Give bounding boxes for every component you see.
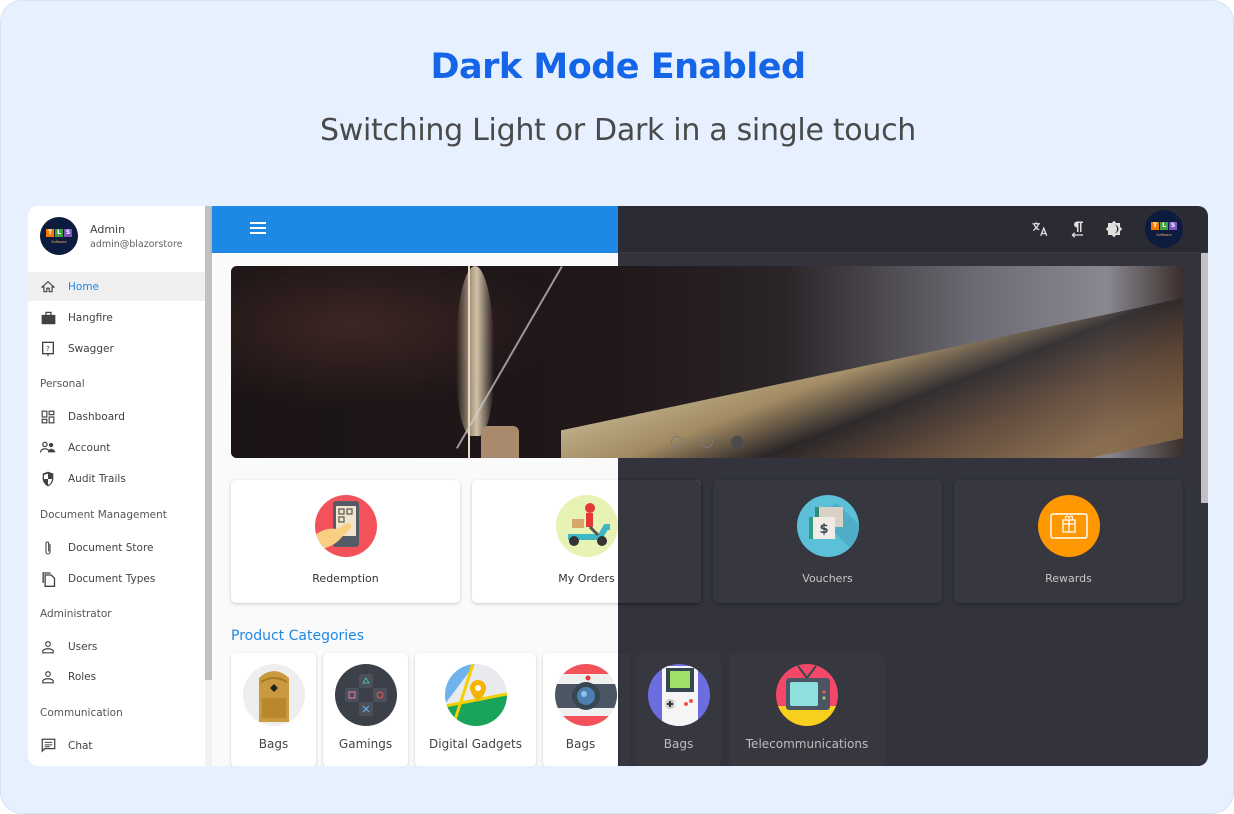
headline: Dark Mode Enabled <box>430 47 806 87</box>
text-direction-icon[interactable] <box>1067 219 1087 239</box>
dashboard-icon <box>40 409 56 425</box>
showcase-background: Dark Mode Enabled Switching Light or Dar… <box>0 0 1234 814</box>
category-label: Bags <box>565 737 596 751</box>
qr-phone-icon <box>315 495 377 557</box>
category-card-bags-3[interactable]: Bags <box>543 653 618 766</box>
brightness-icon[interactable] <box>1104 219 1124 239</box>
person-icon <box>40 669 56 685</box>
app-window: T L S Software Admin admin@blazorstore H… <box>28 206 1208 766</box>
home-icon <box>40 279 56 295</box>
feature-card-my-orders-dark-half[interactable] <box>618 480 701 603</box>
sidebar-item-chat[interactable]: Chat <box>28 731 205 760</box>
group-title-communication: Communication <box>40 707 123 719</box>
people-icon <box>40 440 56 456</box>
category-card-bags-4[interactable]: Bags <box>636 653 721 766</box>
user-profile[interactable]: T L S Software Admin admin@blazorstore <box>40 217 183 255</box>
group-title-administrator: Administrator <box>40 608 112 620</box>
sidebar-item-label: Dashboard <box>68 410 125 423</box>
sidebar-scroll-track <box>205 680 212 766</box>
feature-label: Rewards <box>1045 572 1092 585</box>
sidebar-item-label: Account <box>68 441 111 454</box>
profile-name: Admin <box>90 222 126 236</box>
translate-icon[interactable] <box>1030 219 1050 239</box>
voucher-icon: $ <box>797 495 859 557</box>
map-pin-icon <box>445 664 507 726</box>
paperclip-icon <box>40 540 56 556</box>
sidebar-item-home[interactable]: Home <box>28 272 205 301</box>
sidebar-item-document-store[interactable]: Document Store <box>28 533 205 562</box>
sidebar-item-label: Home <box>68 280 100 293</box>
logo-tile-l: L <box>55 229 63 237</box>
logo-tile-s: S <box>1169 222 1177 230</box>
subheadline: Switching Light or Dark in a single touc… <box>320 113 916 148</box>
sidebar-item-users[interactable]: Users <box>28 632 205 661</box>
svg-text:$: $ <box>819 522 828 537</box>
sidebar-item-label: Users <box>68 640 98 653</box>
feature-card-redemption[interactable]: Redemption <box>231 480 460 603</box>
gamepad-icon <box>335 664 397 726</box>
logo-tile-t: T <box>46 229 54 237</box>
sidebar-item-account[interactable]: Account <box>28 433 205 462</box>
sidebar-item-label: Audit Trails <box>68 472 126 485</box>
feature-card-rewards[interactable]: Rewards <box>954 480 1183 603</box>
carousel-image-inkwell <box>481 426 519 458</box>
category-label: Bags <box>663 737 694 751</box>
category-card-digital-gadgets[interactable]: Digital Gadgets <box>415 653 536 766</box>
sidebar-scrollbar[interactable] <box>205 206 212 680</box>
gameboy-icon <box>648 664 710 726</box>
avatar: T L S Software <box>40 217 78 255</box>
profile-email: admin@blazorstore <box>90 238 183 250</box>
help-box-icon: ? <box>40 341 56 357</box>
gift-card-icon <box>1038 495 1100 557</box>
sidebar-item-audit-trails[interactable]: Audit Trails <box>28 464 205 493</box>
logo-caption: Software <box>1156 233 1172 237</box>
feature-label: Redemption <box>312 572 379 585</box>
shield-icon <box>40 471 56 487</box>
svg-text:?: ? <box>46 344 50 353</box>
copy-icon <box>40 571 56 587</box>
avatar[interactable]: T L S Software <box>1145 210 1183 248</box>
sidebar-item-label: Document Store <box>68 541 154 554</box>
logo-tile-s: S <box>64 229 72 237</box>
sidebar-item-label: Hangfire <box>68 311 113 324</box>
menu-icon[interactable] <box>250 222 266 236</box>
backpack-icon <box>243 664 305 726</box>
category-card-gamings[interactable]: Gamings <box>323 653 408 766</box>
product-categories-title: Product Categories <box>231 628 365 644</box>
tv-icon <box>776 664 838 726</box>
sidebar-item-label: Chat <box>68 739 93 752</box>
briefcase-icon <box>40 310 56 326</box>
sidebar-item-label: Document Types <box>68 572 156 585</box>
category-card-bags-1[interactable]: Bags <box>231 653 316 766</box>
category-label: Bags <box>258 737 289 751</box>
group-title-document-management: Document Management <box>40 509 167 521</box>
camera-icon <box>555 664 617 726</box>
sidebar: T L S Software Admin admin@blazorstore H… <box>28 206 205 766</box>
feature-label: Vouchers <box>802 572 853 585</box>
scooter-delivery-icon <box>556 495 618 557</box>
category-card-telecommunications[interactable]: Telecommunications <box>729 653 885 766</box>
sidebar-item-label: Roles <box>68 670 97 683</box>
logo-caption: Software <box>51 240 67 244</box>
sidebar-item-document-types[interactable]: Document Types <box>28 564 205 593</box>
carousel-image-feather <box>456 266 494 436</box>
category-label: Gamings <box>338 737 393 751</box>
chat-icon <box>40 738 56 754</box>
category-card-bags-3-dark-half[interactable] <box>618 653 630 766</box>
sidebar-item-label: Swagger <box>68 342 114 355</box>
dark-mode-region: $ Vouchers Rewards Bags Telecommunicatio… <box>618 253 1208 766</box>
group-title-personal: Personal <box>40 378 85 390</box>
sidebar-item-hangfire[interactable]: Hangfire <box>28 303 205 332</box>
category-label: Digital Gadgets <box>429 737 522 751</box>
sidebar-item-roles[interactable]: Roles <box>28 662 205 691</box>
sidebar-item-swagger[interactable]: ? Swagger <box>28 334 205 363</box>
feature-card-vouchers[interactable]: $ Vouchers <box>713 480 942 603</box>
app-bar-light <box>212 206 618 253</box>
sidebar-item-dashboard[interactable]: Dashboard <box>28 402 205 431</box>
logo-tile-l: L <box>1160 222 1168 230</box>
category-label: Telecommunications <box>745 737 869 751</box>
logo-tile-t: T <box>1151 222 1159 230</box>
person-icon <box>40 639 56 655</box>
